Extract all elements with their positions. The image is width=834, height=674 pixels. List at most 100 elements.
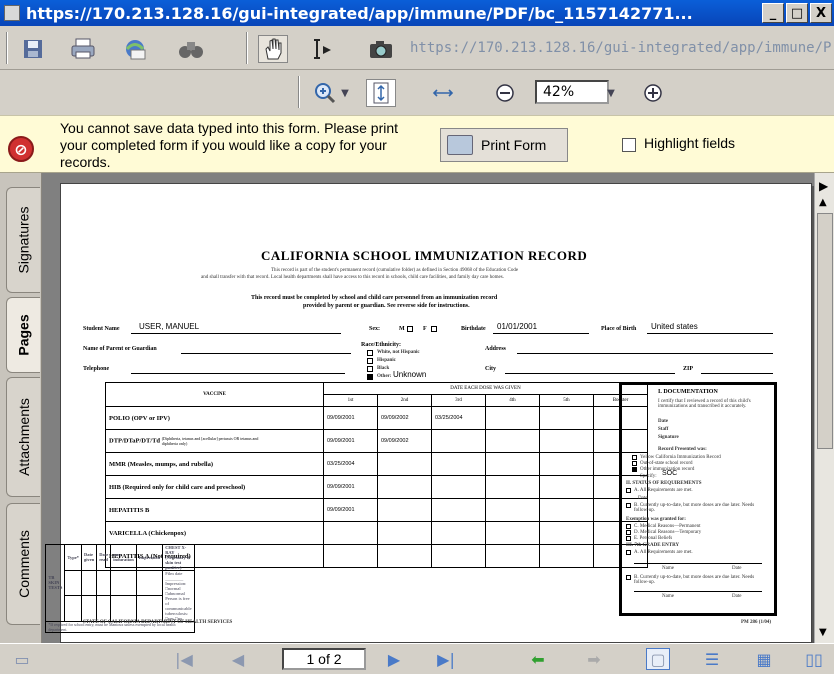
tab-signatures[interactable]: Signatures bbox=[6, 187, 40, 293]
dose-cell[interactable] bbox=[485, 544, 540, 568]
next-page-icon[interactable]: ▶ bbox=[382, 648, 406, 670]
dose-cell[interactable] bbox=[431, 521, 486, 545]
zoom-dropdown-icon[interactable]: ▼ bbox=[604, 79, 618, 107]
close-button[interactable]: X bbox=[810, 3, 832, 23]
dose-cell[interactable] bbox=[485, 521, 540, 545]
tab-attachments[interactable]: Attachments bbox=[6, 377, 40, 497]
dose-cell[interactable] bbox=[485, 498, 540, 522]
previous-page-icon[interactable]: ◀ bbox=[226, 648, 250, 670]
race-checkbox[interactable] bbox=[367, 350, 373, 356]
scrollbar-thumb[interactable] bbox=[817, 213, 833, 449]
record-type-checkbox[interactable] bbox=[632, 455, 637, 460]
dose-cell[interactable] bbox=[485, 475, 540, 499]
birthdate-field[interactable]: 01/01/2001 bbox=[497, 322, 537, 331]
race-checkbox[interactable] bbox=[367, 366, 373, 372]
dose-cell[interactable] bbox=[539, 452, 594, 476]
dose-cell[interactable]: 03/25/2004 bbox=[431, 406, 486, 430]
student-name-field[interactable]: USER, MANUEL bbox=[139, 322, 199, 331]
highlight-fields-checkbox[interactable] bbox=[622, 138, 636, 152]
dose-cell[interactable] bbox=[377, 452, 432, 476]
dose-cell[interactable] bbox=[539, 521, 594, 545]
dose-cell[interactable]: 03/25/2004 bbox=[323, 452, 378, 476]
hand-tool-icon[interactable] bbox=[258, 35, 288, 63]
last-page-icon[interactable]: ▶| bbox=[434, 648, 458, 670]
dose-cell[interactable] bbox=[539, 498, 594, 522]
tb-cell[interactable] bbox=[80, 595, 98, 622]
tb-cell[interactable] bbox=[96, 569, 112, 596]
exemption-checkbox[interactable] bbox=[626, 536, 631, 541]
dose-cell[interactable] bbox=[377, 475, 432, 499]
facing-view-icon[interactable]: ▦ bbox=[752, 648, 776, 670]
dose-cell[interactable] bbox=[431, 498, 486, 522]
minimize-button[interactable]: _ bbox=[762, 3, 784, 23]
dose-cell[interactable] bbox=[431, 452, 486, 476]
zoom-input[interactable]: 42% bbox=[535, 80, 609, 104]
zoom-tool-dropdown-icon[interactable]: ▼ bbox=[338, 79, 352, 107]
dose-cell[interactable]: 09/09/2001 bbox=[323, 475, 378, 499]
dose-cell[interactable] bbox=[539, 429, 594, 453]
snapshot-camera-icon[interactable] bbox=[366, 35, 396, 63]
tb-cell[interactable] bbox=[135, 595, 164, 622]
dose-cell[interactable] bbox=[431, 544, 486, 568]
fit-page-icon[interactable] bbox=[366, 79, 396, 107]
vertical-scrollbar[interactable]: ▶ ▲ ▼ bbox=[814, 173, 834, 643]
sex-m-checkbox[interactable] bbox=[407, 326, 413, 332]
tb-cell[interactable] bbox=[64, 569, 82, 596]
dose-cell[interactable] bbox=[431, 429, 486, 453]
dose-cell[interactable] bbox=[539, 544, 594, 568]
continuous-facing-view-icon[interactable]: ▯▯ bbox=[802, 648, 826, 670]
dose-cell[interactable] bbox=[431, 475, 486, 499]
tb-cell[interactable] bbox=[64, 595, 82, 622]
dose-cell[interactable] bbox=[323, 544, 378, 568]
zoom-out-icon[interactable] bbox=[490, 79, 520, 107]
save-icon[interactable] bbox=[18, 35, 48, 63]
dose-cell[interactable] bbox=[323, 521, 378, 545]
page-number-input[interactable]: 1 of 2 bbox=[282, 648, 366, 670]
tb-cell[interactable] bbox=[96, 595, 112, 622]
tb-cell[interactable] bbox=[110, 569, 137, 596]
dose-cell[interactable]: 09/09/2001 bbox=[323, 429, 378, 453]
dose-cell[interactable]: 09/09/2002 bbox=[377, 429, 432, 453]
record-type-checkbox[interactable] bbox=[632, 461, 637, 466]
status-checkbox[interactable] bbox=[626, 503, 631, 508]
continuous-view-icon[interactable]: ☰ bbox=[700, 648, 724, 670]
sex-f-checkbox[interactable] bbox=[431, 326, 437, 332]
grade-checkbox[interactable] bbox=[626, 575, 631, 580]
fit-width-icon[interactable] bbox=[428, 79, 458, 107]
status-checkbox[interactable] bbox=[626, 488, 631, 493]
scroll-up-icon[interactable]: ▲ bbox=[819, 197, 827, 208]
dose-cell[interactable] bbox=[485, 406, 540, 430]
grade-checkbox[interactable] bbox=[626, 550, 631, 555]
scroll-down-icon[interactable]: ▼ bbox=[819, 627, 827, 638]
go-back-icon[interactable]: ⬅ bbox=[526, 648, 550, 670]
dose-cell[interactable]: 09/09/2001 bbox=[323, 498, 378, 522]
tb-cell[interactable] bbox=[80, 569, 98, 596]
record-type-checkbox[interactable] bbox=[632, 467, 637, 472]
specify-field[interactable]: SOC bbox=[662, 470, 677, 477]
tab-pages[interactable]: Pages bbox=[6, 297, 40, 373]
maximize-button[interactable]: □ bbox=[786, 3, 808, 23]
place-of-birth-field[interactable]: United states bbox=[651, 322, 698, 331]
dose-cell[interactable] bbox=[377, 544, 432, 568]
print-form-button[interactable]: Print Form bbox=[440, 128, 568, 162]
race-other-field[interactable]: Unknown bbox=[393, 370, 426, 379]
dose-cell[interactable] bbox=[539, 475, 594, 499]
find-binoculars-icon[interactable] bbox=[176, 35, 206, 63]
dose-cell[interactable] bbox=[485, 429, 540, 453]
dose-cell[interactable]: 09/09/2002 bbox=[377, 406, 432, 430]
dose-cell[interactable]: 09/09/2001 bbox=[323, 406, 378, 430]
zoom-in-tool-icon[interactable] bbox=[310, 79, 340, 107]
race-other-checkbox[interactable] bbox=[367, 374, 373, 380]
email-icon[interactable] bbox=[120, 35, 150, 63]
dose-cell[interactable] bbox=[485, 452, 540, 476]
dose-cell[interactable] bbox=[377, 521, 432, 545]
exemption-checkbox[interactable] bbox=[626, 524, 631, 529]
options-menu-icon[interactable]: ▭ bbox=[10, 648, 34, 670]
first-page-icon[interactable]: |◀ bbox=[172, 648, 196, 670]
dose-cell[interactable] bbox=[539, 406, 594, 430]
zoom-in-icon[interactable] bbox=[638, 79, 668, 107]
print-icon[interactable] bbox=[68, 35, 98, 63]
single-page-view-icon[interactable]: ▢ bbox=[646, 648, 670, 670]
tb-cell[interactable] bbox=[110, 595, 137, 622]
go-forward-icon[interactable]: ➡ bbox=[582, 648, 606, 670]
